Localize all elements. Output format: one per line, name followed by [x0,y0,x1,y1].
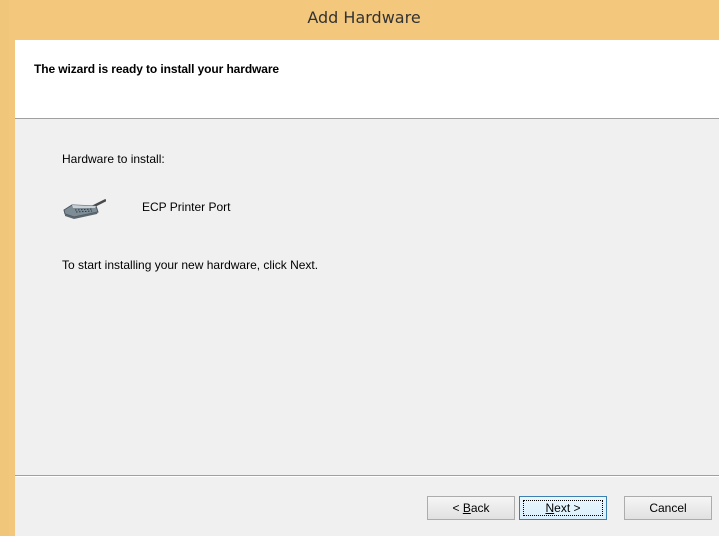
title-bar[interactable]: Add Hardware [9,0,719,40]
hardware-to-install-label: Hardware to install: [62,152,165,166]
wizard-window: Add Hardware The wizard is ready to inst… [9,0,719,536]
back-button-label: < Back [452,501,490,515]
wizard-body: Hardware to install: ECP Printer Port To… [15,119,719,475]
next-button[interactable]: Next > [519,496,607,520]
device-name: ECP Printer Port [142,200,231,214]
wizard-header: The wizard is ready to install your hard… [15,40,719,119]
parallel-port-icon [63,198,106,219]
cancel-button[interactable]: Cancel [624,496,712,520]
wizard-client-area: The wizard is ready to install your hard… [15,40,719,536]
next-button-label: Next > [545,501,581,515]
window-title: Add Hardware [307,8,421,27]
instructions-text: To start installing your new hardware, c… [62,258,319,272]
button-bar: < Back Next > Cancel [15,477,719,536]
back-button[interactable]: < Back [427,496,515,520]
wizard-step-title: The wizard is ready to install your hard… [34,62,280,76]
